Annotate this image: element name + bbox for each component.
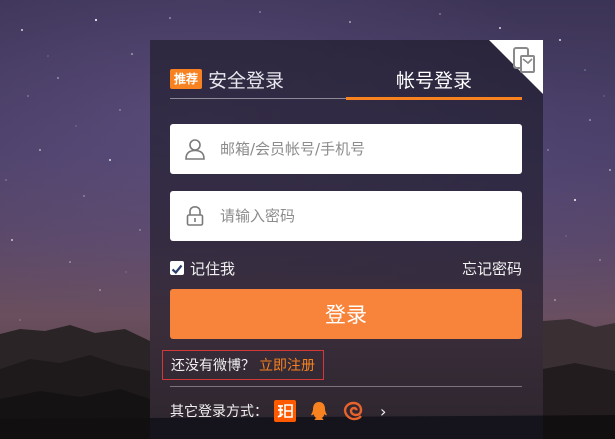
remember-me-checkbox[interactable] — [170, 261, 184, 275]
login-button[interactable]: 登录 — [170, 289, 522, 339]
alipay-icon[interactable] — [342, 400, 364, 422]
tab-account-login-label: 帐号登录 — [395, 70, 472, 92]
username-field-box[interactable] — [170, 124, 522, 174]
other-login-methods: 其它登录方式： › — [170, 400, 386, 422]
username-input[interactable] — [218, 133, 512, 165]
password-input[interactable] — [218, 200, 512, 232]
user-icon — [185, 139, 205, 160]
register-prompt-text: 还没有微博？ — [171, 358, 255, 374]
login-tabs: 推荐 安全登录 帐号登录 — [170, 62, 522, 100]
remember-me-label: 记住我 — [190, 259, 236, 278]
recommend-badge: 推荐 — [170, 69, 203, 89]
forgot-password-link[interactable]: 忘记密码 — [462, 258, 522, 279]
password-field-box[interactable] — [170, 191, 522, 241]
more-login-methods-chevron-icon[interactable]: › — [380, 402, 386, 421]
checkmark-icon — [171, 264, 183, 275]
tab-secure-login[interactable]: 推荐 安全登录 — [170, 66, 284, 92]
qq-icon[interactable] — [308, 400, 330, 422]
lock-icon — [186, 205, 204, 226]
taobao-icon[interactable] — [274, 400, 296, 422]
divider — [170, 386, 522, 387]
register-prompt-box: 还没有微博？ 立即注册 — [162, 350, 324, 380]
tab-account-login[interactable]: 帐号登录 — [346, 62, 522, 100]
remember-me[interactable]: 记住我 — [170, 258, 235, 278]
login-panel: 推荐 安全登录 帐号登录 邮箱/会员帐号/手机号 记住我 忘记密码 登录 还没有… — [150, 40, 543, 439]
login-screen: 推荐 安全登录 帐号登录 邮箱/会员帐号/手机号 记住我 忘记密码 登录 还没有… — [0, 0, 615, 439]
tab-secure-login-label: 安全登录 — [208, 69, 285, 92]
other-login-label: 其它登录方式： — [170, 404, 268, 420]
active-tab-indicator — [346, 97, 522, 100]
register-link[interactable]: 立即注册 — [259, 355, 315, 375]
